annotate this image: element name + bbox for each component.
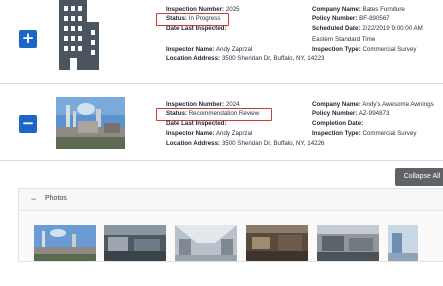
building-icon bbox=[57, 0, 101, 74]
factory-photo bbox=[56, 97, 125, 149]
scheduled-date-field: Scheduled Date: 2/22/2019 9:00:00 AM bbox=[312, 25, 423, 32]
company-name-field: Company Name: Andy's Awesome Awnings bbox=[312, 101, 434, 108]
completion-date-field: Completion Date: bbox=[312, 120, 364, 127]
photos-panel: − Photos bbox=[18, 188, 443, 262]
row-divider bbox=[0, 83, 443, 84]
expand-record-button[interactable]: + bbox=[19, 30, 37, 48]
status-field: Status: In Progress bbox=[166, 15, 221, 22]
location-address-field: Location Address: 3500 Sheridan Dr, Buff… bbox=[166, 55, 325, 62]
date-last-inspected-field: Date Last Inspected: bbox=[166, 25, 227, 32]
factory-floor-photo[interactable] bbox=[246, 225, 308, 261]
collapse-photos-icon[interactable]: − bbox=[31, 194, 36, 204]
location-address-field: Location Address: 3500 Sheridan Dr, Buff… bbox=[166, 140, 325, 147]
warehouse-shelves-photo[interactable] bbox=[175, 225, 237, 261]
date-last-inspected-field: Date Last Inspected: bbox=[166, 120, 227, 127]
inspector-name-field: Inspector Name: Andy Zaprzal bbox=[166, 46, 253, 53]
row-divider bbox=[0, 160, 443, 161]
collapse-all-button[interactable]: Collapse All bbox=[395, 168, 443, 186]
photos-header[interactable]: − Photos bbox=[19, 189, 443, 211]
collapse-record-button[interactable]: − bbox=[19, 115, 37, 133]
inspection-type-field: Inspection Type: Commercial Survey bbox=[312, 46, 417, 53]
inspection-type-field: Inspection Type: Commercial Survey bbox=[312, 130, 417, 137]
partial-photo[interactable] bbox=[388, 225, 418, 261]
company-name-field: Company Name: Bates Furniture bbox=[312, 6, 405, 13]
photos-title: Photos bbox=[45, 195, 67, 202]
factory-exterior-photo[interactable] bbox=[34, 225, 96, 261]
policy-number-field: Policy Number: BF-890567 bbox=[312, 15, 390, 22]
policy-number-field: Policy Number: AZ-994873 bbox=[312, 110, 390, 117]
inspector-name-field: Inspector Name: Andy Zaprzal bbox=[166, 130, 253, 137]
timezone-text: Eastern Standard Time bbox=[312, 36, 376, 43]
status-field: Status: Recommendation Review bbox=[166, 110, 260, 117]
machinery-photo[interactable] bbox=[317, 225, 379, 261]
warehouse-interior-photo[interactable] bbox=[104, 225, 166, 261]
